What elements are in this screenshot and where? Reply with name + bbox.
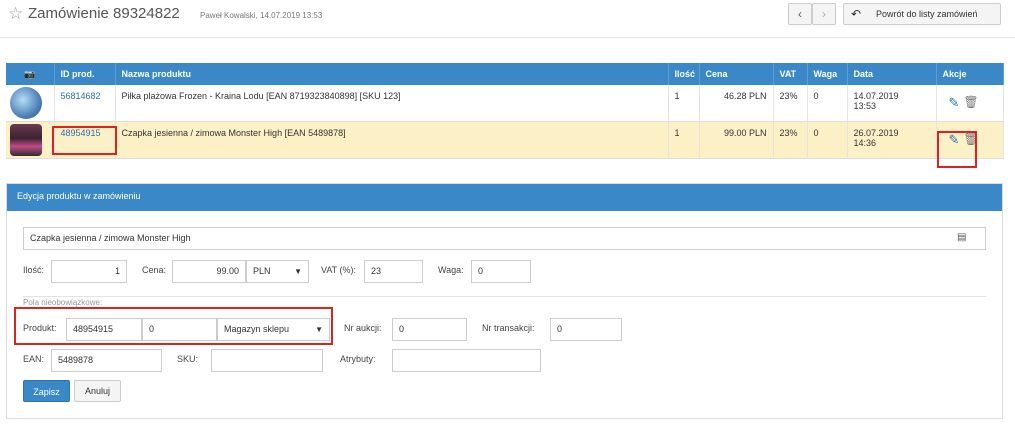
edit-pencil-icon[interactable]: ✎ bbox=[949, 95, 960, 111]
auction-input[interactable]: 0 bbox=[392, 318, 467, 341]
qty-input[interactable]: 1 bbox=[51, 260, 127, 283]
product-date: 14.07.2019 bbox=[853, 91, 899, 101]
camera-icon: 📷 bbox=[24, 68, 36, 79]
warehouse-value: Magazyn sklepu bbox=[224, 324, 290, 334]
order-products-table: 📷 ID prod. Nazwa produktu Ilość Cena VAT… bbox=[6, 63, 1004, 159]
product-name-cell: Piłka plażowa Frozen - Kraina Lodu [EAN … bbox=[115, 85, 669, 122]
product-actions-cell: ✎ 🗑 bbox=[936, 121, 1004, 159]
product-id-input[interactable]: 48954915 bbox=[66, 318, 142, 341]
product-time: 13:53 bbox=[853, 101, 877, 111]
column-header-vat: VAT bbox=[773, 63, 808, 85]
next-order-button[interactable]: › bbox=[812, 3, 836, 25]
dropdown-arrow-icon: ▼ bbox=[315, 325, 323, 334]
edit-pencil-icon[interactable]: ✎ bbox=[949, 132, 960, 148]
product-label: Produkt: bbox=[23, 323, 57, 333]
column-header-image: 📷 bbox=[6, 63, 55, 85]
column-header-name: Nazwa produktu bbox=[115, 63, 669, 85]
order-customer-date: Paweł Kowalski, 14.07.2019 13:53 bbox=[200, 11, 323, 20]
product-weight-cell: 0 bbox=[807, 85, 848, 122]
ean-label: EAN: bbox=[23, 354, 45, 364]
back-to-orders-label: Powrót do listy zamówień bbox=[876, 9, 978, 19]
product-weight-cell: 0 bbox=[807, 121, 848, 159]
product-thumbnail[interactable] bbox=[10, 123, 42, 156]
product-name-input[interactable]: Czapka jesienna / zimowa Monster High bbox=[23, 227, 986, 250]
column-header-weight: Waga bbox=[807, 63, 848, 85]
column-header-price: Cena bbox=[699, 63, 774, 85]
qty-label: Ilość: bbox=[23, 265, 45, 275]
chevron-left-icon: ‹ bbox=[798, 7, 802, 21]
table-header-row: 📷 ID prod. Nazwa produktu Ilość Cena VAT… bbox=[6, 63, 1004, 85]
product-image-cell bbox=[6, 121, 55, 159]
trash-icon[interactable]: 🗑 bbox=[963, 132, 978, 148]
product-qty-cell: 1 bbox=[668, 121, 700, 159]
weight-label: Waga: bbox=[438, 265, 464, 275]
currency-select[interactable]: PLN ▼ bbox=[246, 260, 309, 283]
edit-product-panel: Edycja produktu w zamówieniu Czapka jesi… bbox=[6, 183, 1003, 419]
product-image-cell bbox=[6, 85, 55, 122]
product-date-cell: 14.07.2019 13:53 bbox=[847, 85, 937, 122]
sku-label: SKU: bbox=[177, 354, 199, 364]
transaction-input[interactable]: 0 bbox=[550, 318, 622, 341]
table-row: 56814682 Piłka plażowa Frozen - Kraina L… bbox=[6, 85, 1004, 122]
product-id-cell: 56814682 bbox=[54, 85, 116, 122]
trash-icon[interactable]: 🗑 bbox=[963, 95, 978, 111]
column-header-id: ID prod. bbox=[54, 63, 116, 85]
column-header-qty: Ilość bbox=[668, 63, 700, 85]
section-divider bbox=[23, 296, 986, 297]
product-actions-cell: ✎ 🗑 bbox=[936, 85, 1004, 122]
product-thumbnail[interactable] bbox=[10, 87, 42, 119]
product-id-link[interactable]: 48954915 bbox=[61, 128, 101, 138]
product-name-cell: Czapka jesienna / zimowa Monster High [E… bbox=[115, 121, 669, 159]
attributes-label: Atrybuty: bbox=[340, 354, 376, 364]
product-time: 14:36 bbox=[853, 137, 877, 148]
table-row: 48954915 Czapka jesienna / zimowa Monste… bbox=[6, 121, 1004, 159]
vat-input[interactable]: 23 bbox=[364, 260, 423, 283]
warehouse-select[interactable]: Magazyn sklepu ▼ bbox=[217, 318, 330, 341]
dropdown-arrow-icon: ▼ bbox=[294, 267, 302, 276]
column-header-actions: Akcje bbox=[936, 63, 1004, 85]
price-input[interactable]: 99.00 bbox=[172, 260, 246, 283]
undo-arrow-icon: ↶ bbox=[851, 7, 862, 21]
ean-input[interactable]: 5489878 bbox=[51, 349, 162, 372]
transaction-label: Nr transakcji: bbox=[482, 323, 535, 333]
save-button[interactable]: Zapisz bbox=[23, 380, 70, 402]
product-price-cell: 46.28 PLN bbox=[699, 85, 774, 122]
column-header-date: Data bbox=[847, 63, 937, 85]
attributes-input[interactable] bbox=[392, 349, 541, 372]
page-title: Zamówienie 89324822 bbox=[28, 5, 180, 22]
sku-input[interactable] bbox=[211, 349, 323, 372]
vat-label: VAT (%): bbox=[321, 265, 357, 275]
currency-value: PLN bbox=[253, 266, 271, 276]
weight-input[interactable]: 0 bbox=[471, 260, 531, 283]
document-icon[interactable]: ▤ bbox=[957, 232, 966, 243]
product-vat-cell: 23% bbox=[773, 121, 808, 159]
optional-fields-label: Pola nieobowiązkowe: bbox=[23, 298, 103, 307]
previous-order-button[interactable]: ‹ bbox=[788, 3, 812, 25]
product-id-cell: 48954915 bbox=[54, 121, 116, 159]
product-price-cell: 99.00 PLN bbox=[699, 121, 774, 159]
product-id-link[interactable]: 56814682 bbox=[61, 91, 101, 101]
product-variant-input[interactable]: 0 bbox=[142, 318, 217, 341]
chevron-right-icon: › bbox=[822, 7, 826, 21]
product-date-cell: 26.07.2019 14:36 bbox=[847, 121, 937, 159]
product-vat-cell: 23% bbox=[773, 85, 808, 122]
price-label: Cena: bbox=[142, 265, 167, 275]
page-header: ☆ Zamówienie 89324822 Paweł Kowalski, 14… bbox=[0, 0, 1015, 38]
star-outline-icon[interactable]: ☆ bbox=[8, 4, 23, 24]
cancel-button[interactable]: Anuluj bbox=[74, 380, 121, 402]
product-date: 26.07.2019 bbox=[853, 127, 899, 138]
auction-label: Nr aukcji: bbox=[344, 323, 382, 333]
edit-panel-heading: Edycja produktu w zamówieniu bbox=[7, 184, 1002, 211]
product-qty-cell: 1 bbox=[668, 85, 700, 122]
back-to-orders-button[interactable]: ↶ Powrót do listy zamówień bbox=[843, 3, 1001, 25]
